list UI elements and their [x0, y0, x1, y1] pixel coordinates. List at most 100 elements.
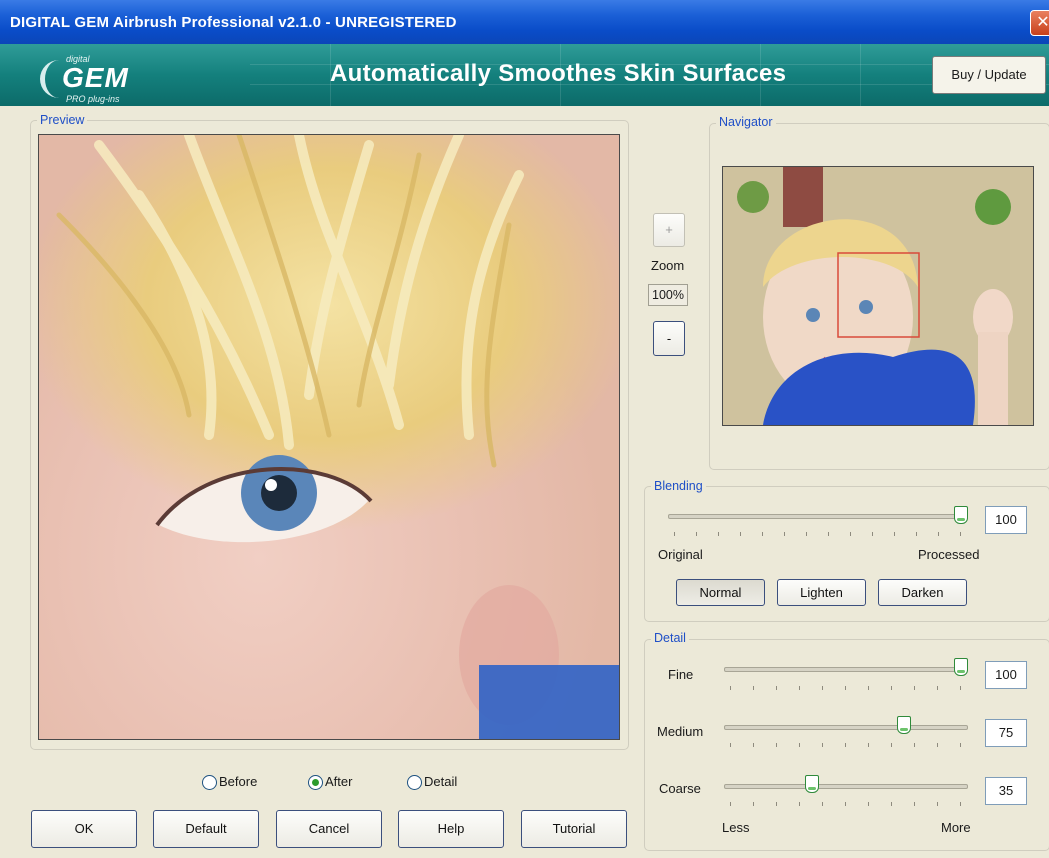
navigator-legend: Navigator: [716, 115, 776, 129]
detail-left-label: Less: [722, 820, 750, 835]
logo-sub-text: PRO plug-ins: [66, 94, 120, 104]
slider-tick: [799, 743, 800, 747]
slider-tick: [937, 743, 938, 747]
slider-tick: [868, 743, 869, 747]
zoom-out-button[interactable]: -: [653, 321, 685, 356]
before-radio[interactable]: [202, 775, 217, 790]
blending-right-label: Processed: [918, 547, 980, 562]
fine-slider-track[interactable]: [724, 667, 968, 672]
minus-icon: -: [666, 331, 672, 346]
slider-tick: [850, 532, 851, 536]
slider-tick: [960, 532, 961, 536]
fine-slider-thumb[interactable]: [954, 658, 968, 676]
medium-label: Medium: [657, 724, 704, 739]
slider-tick: [914, 743, 915, 747]
slider-tick: [845, 686, 846, 690]
slider-tick: [891, 686, 892, 690]
blending-legend: Blending: [651, 479, 706, 493]
slider-tick: [753, 743, 754, 747]
coarse-slider-thumb[interactable]: [804, 775, 819, 793]
slider-tick: [914, 686, 915, 690]
slider-tick: [740, 532, 741, 536]
slider-tick: [776, 743, 777, 747]
after-radio[interactable]: [308, 775, 323, 790]
slider-tick: [806, 532, 807, 536]
after-radio-label: After: [325, 774, 353, 789]
medium-slider-track[interactable]: [724, 725, 968, 730]
slider-tick: [674, 532, 675, 536]
slider-tick: [845, 743, 846, 747]
plus-icon: +: [665, 222, 673, 237]
slider-tick: [753, 802, 754, 806]
close-icon[interactable]: ✕: [1030, 10, 1049, 36]
blending-value[interactable]: 100: [985, 506, 1027, 534]
zoom-in-button[interactable]: +: [653, 213, 685, 247]
medium-value[interactable]: 75: [985, 719, 1027, 747]
navigator-image[interactable]: [722, 166, 1034, 426]
tutorial-button[interactable]: Tutorial: [521, 810, 627, 848]
slider-tick: [799, 686, 800, 690]
slider-tick: [730, 743, 731, 747]
slider-tick: [828, 532, 829, 536]
slider-tick: [872, 532, 873, 536]
banner: digital GEM PRO plug-ins Automatically S…: [0, 44, 1049, 106]
blending-left-label: Original: [658, 547, 703, 562]
medium-slider-thumb[interactable]: [896, 716, 911, 734]
slider-tick: [799, 802, 800, 806]
slogan: Automatically Smoothes Skin Surfaces: [330, 60, 787, 87]
slider-tick: [868, 686, 869, 690]
help-button[interactable]: Help: [398, 810, 504, 848]
slider-tick: [868, 802, 869, 806]
slider-tick: [718, 532, 719, 536]
slider-tick: [937, 686, 938, 690]
blending-slider-thumb[interactable]: [954, 506, 968, 524]
buy-update-button[interactable]: Buy / Update: [932, 56, 1046, 94]
darken-mode-button[interactable]: Darken: [878, 579, 967, 606]
slider-tick: [960, 686, 961, 690]
slider-tick: [894, 532, 895, 536]
slider-tick: [938, 532, 939, 536]
default-button[interactable]: Default: [153, 810, 259, 848]
slider-tick: [891, 743, 892, 747]
slider-tick: [776, 686, 777, 690]
slider-tick: [822, 686, 823, 690]
preview-legend: Preview: [37, 113, 88, 127]
slider-tick: [776, 802, 777, 806]
slider-tick: [960, 743, 961, 747]
detail-radio[interactable]: [407, 775, 422, 790]
fine-label: Fine: [668, 667, 694, 682]
detail-radio-label: Detail: [424, 774, 458, 789]
coarse-slider-track[interactable]: [724, 784, 968, 789]
slider-tick: [730, 802, 731, 806]
slider-tick: [696, 532, 697, 536]
slider-tick: [937, 802, 938, 806]
fine-value[interactable]: 100: [985, 661, 1027, 689]
cancel-button[interactable]: Cancel: [276, 810, 382, 848]
detail-right-label: More: [941, 820, 971, 835]
lighten-mode-button[interactable]: Lighten: [777, 579, 866, 606]
preview-image[interactable]: [38, 134, 620, 740]
slider-tick: [822, 802, 823, 806]
zoom-value: 100%: [648, 284, 688, 306]
slider-tick: [845, 802, 846, 806]
title-bar: DIGITAL GEM Airbrush Professional v2.1.0…: [0, 0, 1049, 44]
slider-tick: [784, 532, 785, 536]
window-title: DIGITAL GEM Airbrush Professional v2.1.0…: [10, 14, 457, 31]
before-radio-label: Before: [219, 774, 258, 789]
detail-legend: Detail: [651, 631, 689, 645]
slider-tick: [762, 532, 763, 536]
slider-tick: [960, 802, 961, 806]
coarse-label: Coarse: [659, 781, 701, 796]
slider-tick: [891, 802, 892, 806]
normal-mode-button[interactable]: Normal: [676, 579, 765, 606]
slider-tick: [822, 743, 823, 747]
slider-tick: [916, 532, 917, 536]
coarse-value[interactable]: 35: [985, 777, 1027, 805]
zoom-label: Zoom: [651, 258, 685, 273]
slider-tick: [753, 686, 754, 690]
blending-slider-track[interactable]: [668, 514, 968, 519]
logo: GEM: [62, 62, 129, 93]
slider-tick: [730, 686, 731, 690]
ok-button[interactable]: OK: [31, 810, 137, 848]
slider-tick: [914, 802, 915, 806]
